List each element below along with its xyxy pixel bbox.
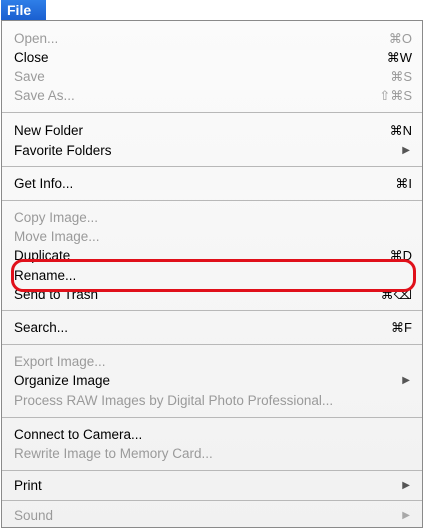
- menu-item-label: Open...: [14, 31, 59, 46]
- menu-item-organize-image[interactable]: Organize Image ▶: [14, 371, 412, 390]
- menu-item-label: Connect to Camera...: [14, 427, 143, 442]
- menu-item-save: Save ⌘S: [14, 67, 412, 86]
- menu-item-export-image: Export Image...: [14, 352, 412, 371]
- menu-item-label: Move Image...: [14, 229, 100, 244]
- menu-item-shortcut: ⌘S: [390, 69, 412, 84]
- submenu-arrow-icon: ▶: [402, 510, 410, 521]
- menu-item-shortcut: ⌘I: [395, 176, 412, 191]
- menu-item-label: Copy Image...: [14, 210, 99, 225]
- menu-separator: [2, 112, 422, 113]
- menu-separator: [2, 500, 422, 501]
- menu-item-shortcut: ⌘F: [391, 320, 412, 335]
- file-menu-title[interactable]: File: [1, 0, 46, 20]
- menu-item-label: Save As...: [14, 88, 75, 103]
- menu-separator: [2, 470, 422, 471]
- menu-item-new-folder[interactable]: New Folder ⌘N: [14, 121, 412, 140]
- menu-separator: [2, 166, 422, 167]
- submenu-arrow-icon: ▶: [402, 480, 410, 491]
- menu-item-label: Get Info...: [14, 176, 74, 191]
- menu-item-label: Process RAW Images by Digital Photo Prof…: [14, 393, 334, 408]
- menu-item-label: Organize Image: [14, 373, 111, 388]
- rename-highlight-outline: [11, 259, 416, 292]
- menu-item-label: Print: [14, 478, 42, 493]
- menu-item-label: Export Image...: [14, 354, 106, 369]
- menu-separator: [2, 200, 422, 201]
- menu-item-process-raw: Process RAW Images by Digital Photo Prof…: [14, 391, 412, 410]
- menu-item-shortcut: ⌘N: [389, 123, 412, 138]
- menu-item-label: Sound: [14, 508, 54, 523]
- menu-item-shortcut: ⌘W: [386, 50, 412, 65]
- menu-item-print[interactable]: Print ▶: [14, 476, 412, 495]
- menu-item-shortcut: ⇧⌘S: [379, 88, 412, 103]
- menu-item-label: New Folder: [14, 123, 84, 138]
- menu-item-move-image: Move Image...: [14, 227, 412, 246]
- menu-item-search[interactable]: Search... ⌘F: [14, 318, 412, 337]
- menu-item-save-as: Save As... ⇧⌘S: [14, 86, 412, 105]
- menu-bar: File: [0, 0, 427, 22]
- menu-separator: [2, 310, 422, 311]
- submenu-arrow-icon: ▶: [402, 145, 410, 156]
- menu-separator: [2, 417, 422, 418]
- menu-item-sound: Sound ▶: [14, 506, 412, 525]
- menu-item-get-info[interactable]: Get Info... ⌘I: [14, 174, 412, 193]
- menu-separator: [2, 344, 422, 345]
- menu-item-label: Save: [14, 69, 45, 84]
- menu-item-label: Rewrite Image to Memory Card...: [14, 446, 213, 461]
- menu-item-shortcut: ⌘O: [388, 31, 412, 46]
- submenu-arrow-icon: ▶: [402, 375, 410, 386]
- menu-item-favorite-folders[interactable]: Favorite Folders ▶: [14, 141, 412, 160]
- menu-item-rewrite-image: Rewrite Image to Memory Card...: [14, 444, 412, 463]
- menu-item-label: Search...: [14, 320, 69, 335]
- menu-item-connect-to-camera[interactable]: Connect to Camera...: [14, 425, 412, 444]
- menu-item-open: Open... ⌘O: [14, 29, 412, 48]
- menu-item-label: Close: [14, 50, 49, 65]
- menu-item-copy-image: Copy Image...: [14, 208, 412, 227]
- menu-item-close[interactable]: Close ⌘W: [14, 48, 412, 67]
- menu-item-label: Favorite Folders: [14, 143, 112, 158]
